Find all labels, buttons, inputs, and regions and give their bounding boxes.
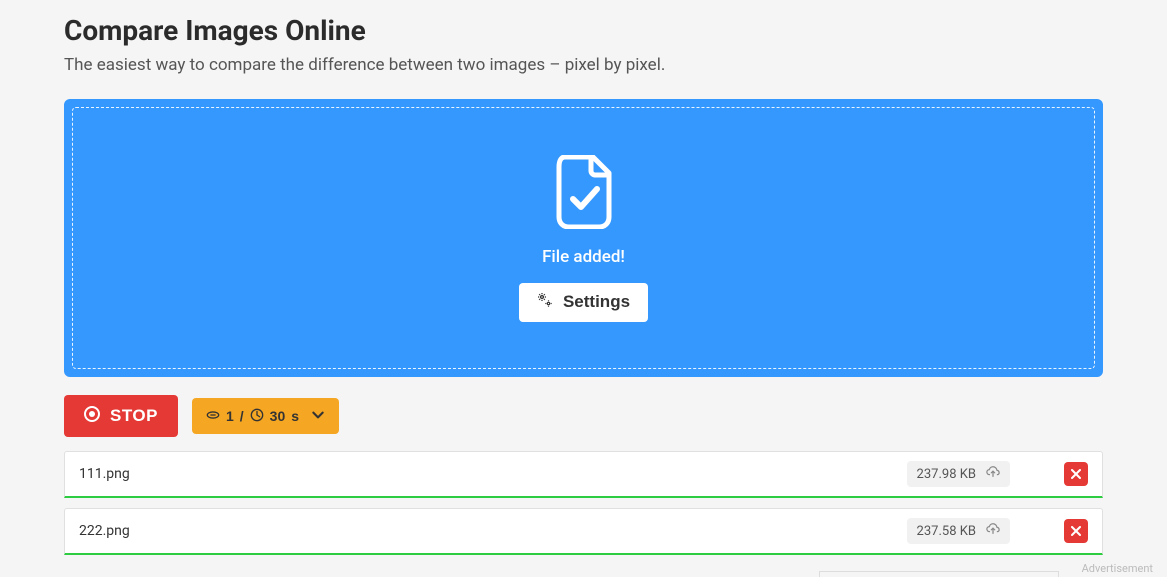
file-name: 111.png [79,466,907,482]
close-icon [1071,524,1081,539]
stop-button[interactable]: STOP [64,395,178,437]
controls-row: STOP 1 / 30 s [64,395,1103,437]
upload-cloud-icon [986,522,1000,540]
duration-unit: s [291,408,299,424]
clock-icon [250,408,264,425]
page-title: Compare Images Online [64,14,1103,47]
count-separator: / [240,408,244,424]
dropzone-inner: File added! [72,107,1095,369]
delete-file-button[interactable] [1064,462,1088,486]
file-check-icon [553,155,615,233]
chevron-down-icon [311,408,325,425]
settings-button[interactable]: Settings [519,283,648,322]
file-list: 111.png 237.98 KB [64,451,1103,555]
delete-file-button[interactable] [1064,519,1088,543]
file-name: 222.png [79,523,907,539]
stop-circle-icon [84,406,100,427]
duration-value: 30 [270,408,286,424]
dropzone[interactable]: File added! [64,99,1103,377]
dropzone-status-text: File added! [542,247,625,267]
file-size-badge: 237.58 KB [907,518,1010,544]
stop-button-label: STOP [110,406,158,426]
settings-button-label: Settings [563,292,630,312]
file-size-badge: 237.98 KB [907,461,1010,487]
page-subtitle: The easiest way to compare the differenc… [64,55,1103,75]
file-size-text: 237.58 KB [917,524,976,539]
duration-dropdown[interactable]: 1 / 30 s [192,398,339,434]
count-value: 1 [226,408,234,424]
close-icon [1071,467,1081,482]
gears-icon [537,292,553,313]
upload-cloud-icon [986,465,1000,483]
advertisement-label: Advertisement [1082,562,1153,575]
link-icon [206,408,220,425]
file-row: 222.png 237.58 KB [64,508,1103,555]
advertisement-box [819,571,1059,577]
file-size-text: 237.98 KB [917,467,976,482]
file-row: 111.png 237.98 KB [64,451,1103,498]
